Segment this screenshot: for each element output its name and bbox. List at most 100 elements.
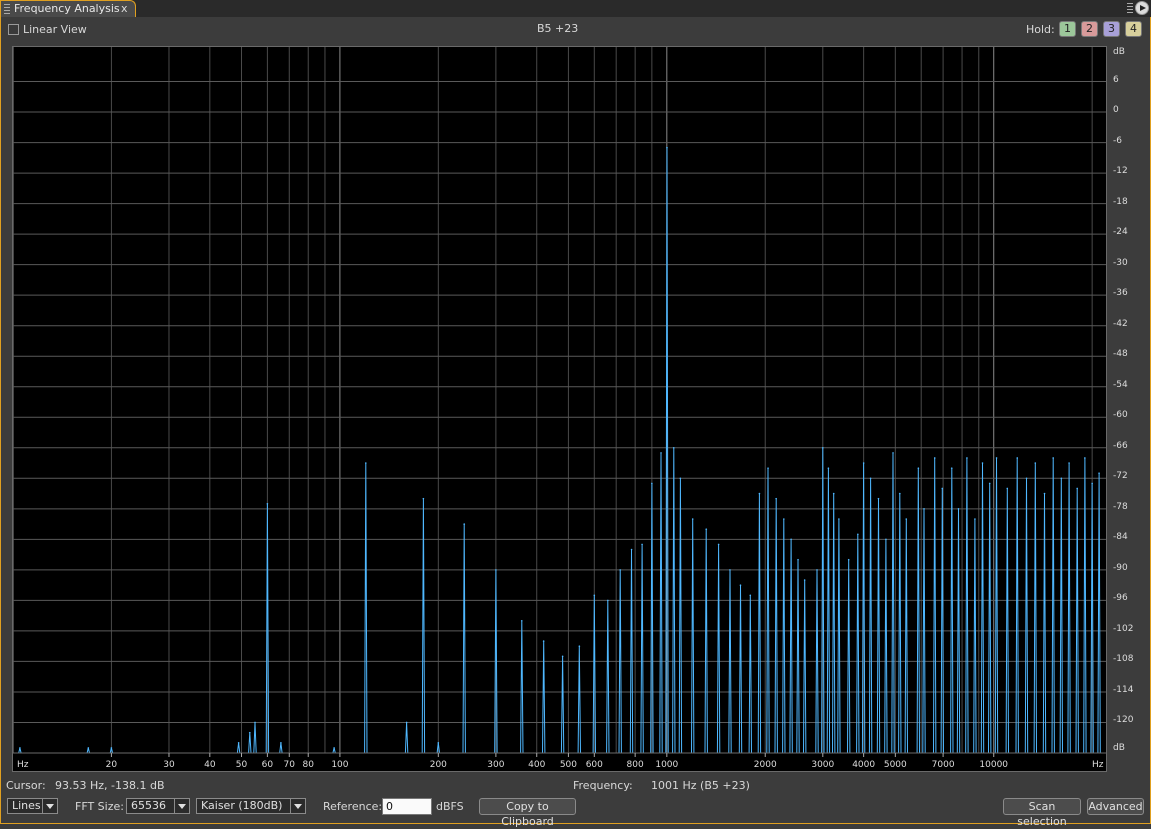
spectrum-peak-point — [966, 457, 968, 459]
spectrum-peak-point — [1043, 492, 1046, 495]
frequency-label: Frequency: — [573, 779, 633, 792]
spectrum-peak-point — [974, 518, 976, 520]
spectrum-peak-point — [19, 747, 21, 749]
y-tick-label: -24 — [1113, 227, 1128, 238]
x-tick-label: 70 — [284, 760, 296, 770]
y-tick-label: -18 — [1113, 196, 1128, 207]
hold-button-3[interactable]: 3 — [1103, 21, 1120, 37]
chevron-down-icon[interactable] — [174, 799, 189, 813]
tab-bar: Frequency Analysis x — [0, 0, 1151, 17]
spectrum-peak-point — [767, 467, 769, 469]
close-icon[interactable]: x — [121, 2, 128, 15]
spectrum-peak-point — [933, 457, 936, 459]
spectrum-peak-point — [495, 569, 497, 571]
scan-selection-button[interactable]: Scan selection — [1003, 798, 1081, 828]
spectrum-peak-point — [877, 497, 880, 500]
x-tick-label: 5000 — [884, 760, 907, 770]
spectrum-chart-svg: 20 30 40 50 60 70 80 100 200 300 400 500 600 800 1000 2… — [13, 47, 1106, 771]
spectrum-peak-point — [857, 533, 859, 536]
y-tick-label: -72 — [1113, 471, 1128, 482]
x-tick-label: 60 — [262, 760, 274, 770]
y-tick-label: -90 — [1113, 562, 1128, 573]
spectrum-peak-point — [1016, 457, 1019, 459]
y-tick-label: -120 — [1113, 715, 1134, 726]
spectrum-peak-point — [437, 742, 440, 744]
panel-grip-icon[interactable] — [1127, 3, 1133, 13]
spectrum-peak-point — [1098, 472, 1100, 475]
spectrum-peak-point — [87, 747, 90, 749]
spectrum-peak-point — [254, 721, 256, 724]
display-mode-select[interactable]: Lines — [7, 798, 58, 814]
drag-grip-icon[interactable] — [4, 4, 10, 14]
x-tick-label: 30 — [163, 760, 175, 770]
x-tick-label: 400 — [528, 760, 545, 770]
x-tick-label: 10000 — [979, 760, 1008, 770]
x-tick-label: 300 — [487, 760, 504, 770]
spectrum-peak-point — [803, 579, 806, 581]
linear-view-checkbox[interactable] — [8, 24, 19, 35]
spectrum-peak-point — [790, 538, 792, 541]
spectrum-peak-point — [1060, 477, 1063, 480]
copy-to-clipboard-button[interactable]: Copy to Clipboard — [479, 798, 576, 828]
hold-button-1[interactable]: 1 — [1059, 21, 1076, 37]
spectrum-peak-point — [1052, 457, 1054, 459]
spectrum-line — [13, 147, 1106, 754]
y-tick-label: -30 — [1113, 257, 1128, 268]
x-tick-label: 40 — [204, 760, 216, 770]
spectrum-peak-point — [630, 548, 633, 551]
spectrum-peak-point — [248, 731, 251, 734]
hold-button-2[interactable]: 2 — [1081, 21, 1098, 37]
db-axis: dB dB 6 0 -6 -12 -18 -24 -30 -36 -42 -48 -54 -60 -66… — [1107, 46, 1143, 772]
x-tick-label: 2000 — [754, 760, 777, 770]
spectrum-peak-point — [775, 497, 777, 500]
spectrum-peak-point — [660, 452, 662, 454]
spectrum-peak-point — [561, 655, 564, 658]
status-bar: Cursor: 93.53 Hz, -138.1 dB Frequency: 1… — [0, 778, 1151, 794]
window-select[interactable]: Kaiser (180dB) — [196, 798, 306, 814]
linear-view-label: Linear View — [23, 23, 87, 36]
x-tick-label: 3000 — [811, 760, 834, 770]
y-tick-label: -6 — [1113, 135, 1122, 146]
x-tick-label: 4000 — [852, 760, 875, 770]
tab-frequency-analysis[interactable]: Frequency Analysis x — [0, 0, 136, 17]
spectrum-peak-point — [1034, 462, 1037, 464]
spectrum-peak-point — [672, 446, 675, 449]
spectrum-peak-point — [705, 528, 708, 530]
spectrum-peak-point — [827, 467, 830, 469]
x-unit-label-left: Hz — [17, 760, 29, 770]
spectrum-peak-point — [797, 558, 799, 561]
spectrum-peak-point — [237, 742, 240, 744]
chevron-down-icon[interactable] — [290, 799, 305, 813]
spectrum-peak-point — [917, 467, 920, 469]
y-tick-label: -102 — [1113, 623, 1134, 634]
tab-title: Frequency Analysis — [14, 2, 120, 15]
y-tick-label: -12 — [1113, 166, 1128, 177]
x-tick-label: 100 — [331, 760, 348, 770]
spectrum-peak-point — [691, 518, 694, 520]
spectrum-peak-point — [869, 477, 872, 480]
x-tick-label: 500 — [560, 760, 577, 770]
spectrum-peak-point — [1068, 462, 1070, 464]
spectrum-peak-point — [885, 538, 887, 541]
controls-bar: Lines FFT Size: 65536 Kaiser (180dB) Ref… — [0, 795, 1151, 828]
panel-menu-icon[interactable] — [1135, 1, 1149, 15]
spectrum-peak-point — [607, 599, 609, 602]
spectrum-plot[interactable]: 20 30 40 50 60 70 80 100 200 300 400 500 600 800 1000 2… — [12, 46, 1107, 772]
fft-size-select[interactable]: 65536 — [126, 798, 190, 814]
hold-button-4[interactable]: 4 — [1125, 21, 1142, 37]
spectrum-peak-point — [717, 543, 720, 546]
x-tick-label: 1000 — [655, 760, 678, 770]
y-unit-label-top: dB — [1113, 47, 1125, 57]
spectrum-peak-point — [679, 477, 682, 480]
spectrum-peak-point — [364, 462, 367, 464]
y-tick-label: -96 — [1113, 593, 1128, 604]
y-tick-label: -78 — [1113, 501, 1128, 512]
y-tick-label: -114 — [1113, 684, 1134, 695]
y-tick-label: -66 — [1113, 440, 1128, 451]
x-tick-label: 20 — [106, 760, 118, 770]
chevron-down-icon[interactable] — [42, 799, 57, 813]
advanced-button[interactable]: Advanced — [1087, 798, 1144, 815]
spectrum-peak-point — [995, 457, 998, 459]
reference-input[interactable]: 0 — [382, 798, 432, 815]
spectrum-peak-point — [988, 482, 991, 485]
